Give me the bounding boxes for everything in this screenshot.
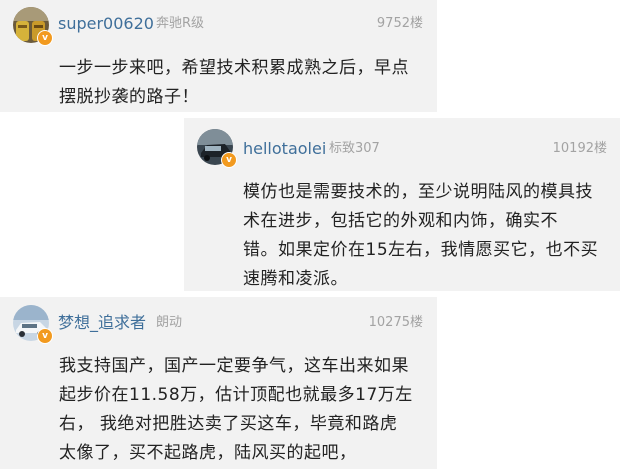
user-level: 奔驰R级	[156, 16, 205, 31]
verified-badge-icon: v	[37, 328, 53, 344]
verified-badge-icon: v	[221, 152, 237, 168]
content-line: 太像了，买不起路虎，陆风买的起吧，	[59, 443, 357, 463]
user-level: 标致307	[329, 141, 380, 156]
verified-badge-icon: v	[37, 30, 53, 46]
avatar[interactable]: v	[13, 7, 53, 46]
username[interactable]: hellotaolei	[243, 139, 326, 159]
user-level: 朗动	[156, 315, 183, 330]
avatar[interactable]: v	[197, 129, 237, 168]
floor-number: 10192楼	[552, 141, 607, 156]
content-line: 模仿也是需要技术的，至少说明陆风的模具技	[243, 182, 593, 202]
comment-card: v super00620 奔驰R级 9752楼 一步一步来吧，希望技术积累成熟之…	[0, 0, 437, 112]
content-line: 我支持国产，国产一定要争气，这车出来如果	[59, 356, 409, 376]
comment-content: 一步一步来吧，希望技术积累成熟之后，早点 摆脱抄袭的路子！	[59, 54, 409, 112]
comment-content: 我支持国产，国产一定要争气，这车出来如果 起步价在11.58万，估计顶配也就最多…	[59, 352, 413, 468]
floor-number: 9752楼	[376, 16, 423, 31]
content-line: 摆脱抄袭的路子！	[59, 87, 199, 107]
username[interactable]: super00620	[58, 14, 154, 34]
content-line: 速腾和凌派。	[243, 269, 348, 289]
content-line: 术在进步，包括它的外观和内饰，确实不	[243, 211, 558, 231]
content-line: 错。如果定价在15左右，我情愿买它，也不买	[243, 240, 599, 260]
comment-thread: v super00620 奔驰R级 9752楼 一步一步来吧，希望技术积累成熟之…	[0, 0, 620, 469]
content-line: 起步价在11.58万，估计顶配也就最多17万左	[59, 385, 413, 405]
floor-number: 10275楼	[368, 315, 423, 330]
comment-content: 模仿也是需要技术的，至少说明陆风的模具技 术在进步，包括它的外观和内饰，确实不 …	[243, 178, 598, 294]
avatar[interactable]: v	[13, 305, 53, 344]
content-line: 一步一步来吧，希望技术积累成熟之后，早点	[59, 58, 409, 78]
content-line: 右， 我绝对把胜达卖了买这车，毕竟和路虎	[59, 414, 398, 434]
comment-card: v hellotaolei 标致307 10192楼 模仿也是需要技术的，至少说…	[184, 118, 620, 291]
username[interactable]: 梦想_追求者	[58, 313, 146, 333]
comment-card: v 梦想_追求者 朗动 10275楼 我支持国产，国产一定要争气，这车出来如果 …	[0, 297, 437, 469]
